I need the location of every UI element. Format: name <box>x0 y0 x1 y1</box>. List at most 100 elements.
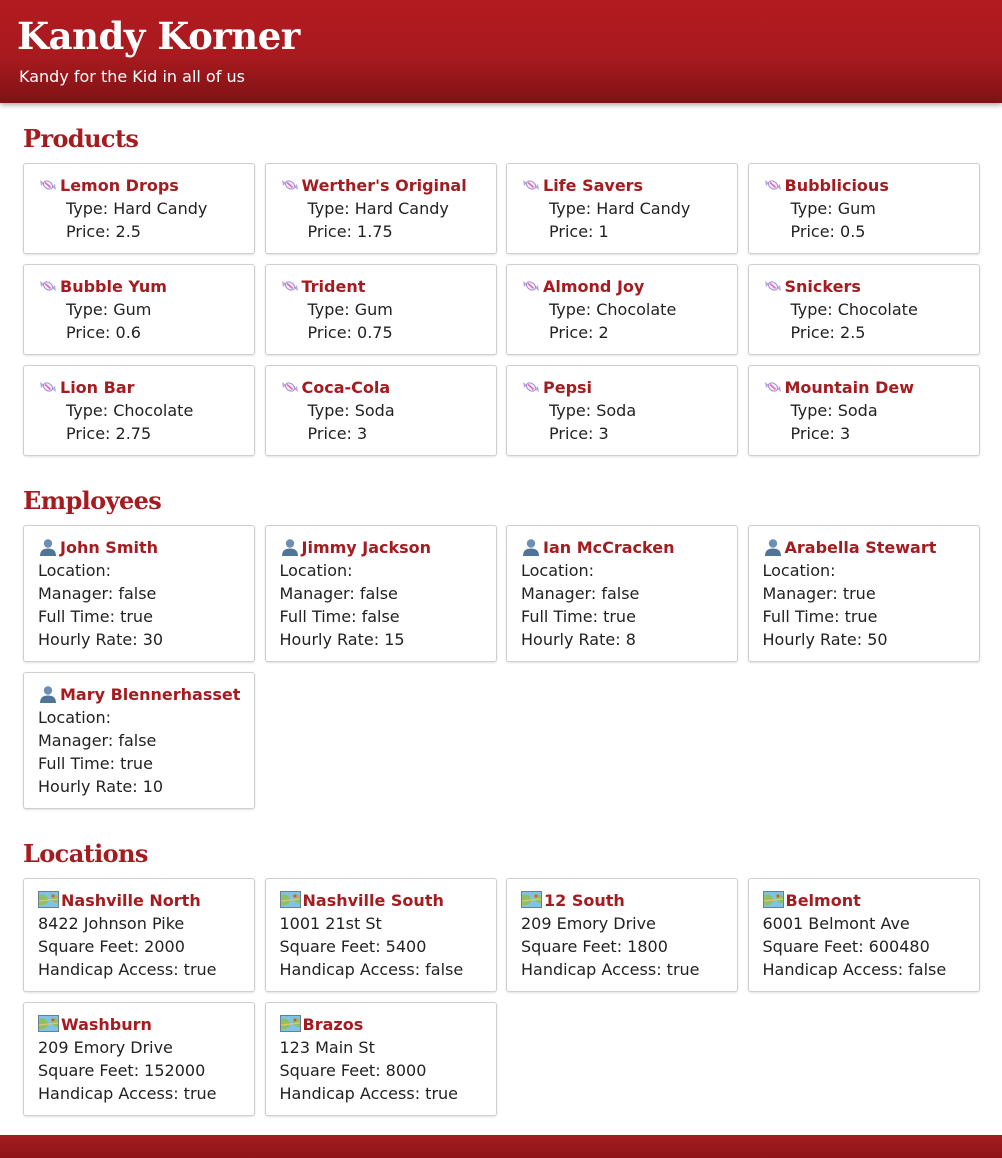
employee-card: Mary Blennerhasset Location: Manager: fals… <box>23 672 255 809</box>
location-access: Handicap Access: true <box>521 960 700 979</box>
employees-heading: Employees <box>23 486 162 515</box>
location-address: 1001 21st St <box>279 914 382 933</box>
map-icon <box>38 1015 61 1034</box>
locations-heading: Locations <box>23 839 148 868</box>
product-card: Coca-Cola Type: Soda Price: 3 <box>264 365 497 456</box>
card-title: Lemon Drops <box>38 174 254 197</box>
product-card: Snickers Type: Chocolate Price: 2.5 <box>747 264 980 355</box>
employee-fulltime: Full Time: true <box>762 607 878 626</box>
product-price: Price: 2.5 <box>790 323 866 342</box>
card-title: Life Savers <box>521 174 737 197</box>
card-title: Brazos <box>279 1013 496 1036</box>
location-card: 12 South 209 Emory Drive Square Feet: 1800… <box>506 878 738 992</box>
card-name: Life Savers <box>543 176 644 195</box>
candy-icon <box>763 378 785 397</box>
card-name: Trident <box>301 277 366 296</box>
product-type: Type: Chocolate <box>549 300 677 319</box>
card-title: Mary Blennerhasset <box>38 683 254 706</box>
card-name: Lion Bar <box>60 378 135 397</box>
card-title: Washburn <box>38 1013 254 1036</box>
site-tagline: Kandy for the Kid in all of us <box>19 67 245 86</box>
location-address: 123 Main St <box>279 1038 375 1057</box>
employee-card: Ian McCracken Location: Manager: false Full… <box>506 525 738 662</box>
product-price: Price: 0.6 <box>66 323 141 342</box>
card-name: Coca-Cola <box>301 378 391 397</box>
candy-icon <box>763 277 785 296</box>
product-card: Lemon Drops Type: Hard Candy Price: 2.5 <box>23 163 255 254</box>
location-access: Handicap Access: true <box>279 1084 459 1103</box>
location-address: 209 Emory Drive <box>38 1038 173 1057</box>
card-name: Belmont <box>785 891 861 910</box>
card-title: Lion Bar <box>38 376 254 399</box>
product-card: Werther's Original Type: Hard Candy Price:… <box>264 163 497 254</box>
employee-manager: Manager: false <box>521 584 640 603</box>
location-address: 8422 Johnson Pike <box>38 914 185 933</box>
product-type: Type: Hard Candy <box>307 199 449 218</box>
card-title: Mountain Dew <box>763 376 979 399</box>
location-access: Handicap Access: false <box>279 960 464 979</box>
card-title: Coca-Cola <box>280 376 496 399</box>
product-price: Price: 2.75 <box>66 424 152 443</box>
card-title: Nashville North <box>38 889 254 912</box>
site-footer <box>0 1135 1002 1158</box>
map-icon <box>38 891 61 910</box>
product-type: Type: Gum <box>790 199 876 218</box>
candy-icon <box>521 378 543 397</box>
employee-location: Location: <box>38 708 112 727</box>
product-type: Type: Soda <box>549 401 637 420</box>
product-type: Type: Gum <box>66 300 152 319</box>
products-heading: Products <box>23 124 139 153</box>
card-title: Bubble Yum <box>38 275 254 298</box>
product-card: Pepsi Type: Soda Price: 3 <box>506 365 738 456</box>
card-name: Mountain Dew <box>784 378 915 397</box>
product-card: Mountain Dew Type: Soda Price: 3 <box>747 365 980 456</box>
employee-fulltime: Full Time: false <box>279 607 400 626</box>
product-card: Life Savers Type: Hard Candy Price: 1 <box>506 163 738 254</box>
person-icon <box>280 538 302 557</box>
card-name: Ian McCracken <box>543 538 675 557</box>
card-title: Jimmy Jackson <box>280 536 496 559</box>
card-title: Trident <box>280 275 496 298</box>
map-icon <box>279 891 303 910</box>
card-name: Brazos <box>302 1015 364 1034</box>
employee-location: Location: <box>38 561 112 580</box>
card-name: Snickers <box>784 277 861 296</box>
location-sqft: Square Feet: 1800 <box>521 937 668 956</box>
employee-rate: Hourly Rate: 10 <box>38 777 164 796</box>
location-sqft: Square Feet: 600480 <box>762 937 930 956</box>
product-price: Price: 0.5 <box>790 222 866 241</box>
card-title: Snickers <box>763 275 979 298</box>
card-name: Bubblicious <box>784 176 889 195</box>
employee-location: Location: <box>279 561 353 580</box>
employee-location: Location: <box>521 561 595 580</box>
location-access: Handicap Access: true <box>38 1084 217 1103</box>
product-price: Price: 0.75 <box>307 323 393 342</box>
employee-fulltime: Full Time: true <box>521 607 636 626</box>
product-card: Lion Bar Type: Chocolate Price: 2.75 <box>23 365 255 456</box>
card-title: 12 South <box>521 889 737 912</box>
location-address: 6001 Belmont Ave <box>762 914 910 933</box>
card-name: John Smith <box>60 538 159 557</box>
product-card: Almond Joy Type: Chocolate Price: 2 <box>506 264 738 355</box>
person-icon <box>38 538 60 557</box>
card-title: Nashville South <box>279 889 496 912</box>
site-header: Kandy Korner Kandy for the Kid in all of… <box>0 0 1002 103</box>
card-title: Arabella Stewart <box>763 536 979 559</box>
candy-icon <box>38 378 60 397</box>
card-name: Arabella Stewart <box>784 538 937 557</box>
candy-icon <box>763 176 785 195</box>
card-title: Werther's Original <box>280 174 496 197</box>
employee-fulltime: Full Time: true <box>38 754 153 773</box>
candy-icon <box>38 277 60 296</box>
location-sqft: Square Feet: 8000 <box>279 1061 427 1080</box>
location-card: Belmont 6001 Belmont Ave Square Feet: 6004… <box>747 878 980 992</box>
card-name: Bubble Yum <box>60 277 167 296</box>
card-title: Belmont <box>762 889 979 912</box>
employee-card: Jimmy Jackson Location: Manager: false Full… <box>264 525 497 662</box>
card-name: 12 South <box>544 891 625 910</box>
location-sqft: Square Feet: 152000 <box>38 1061 206 1080</box>
card-name: Werther's Original <box>301 176 467 195</box>
candy-icon <box>521 176 543 195</box>
card-title: Ian McCracken <box>521 536 737 559</box>
employee-card: Arabella Stewart Location: Manager: true Fu… <box>747 525 980 662</box>
